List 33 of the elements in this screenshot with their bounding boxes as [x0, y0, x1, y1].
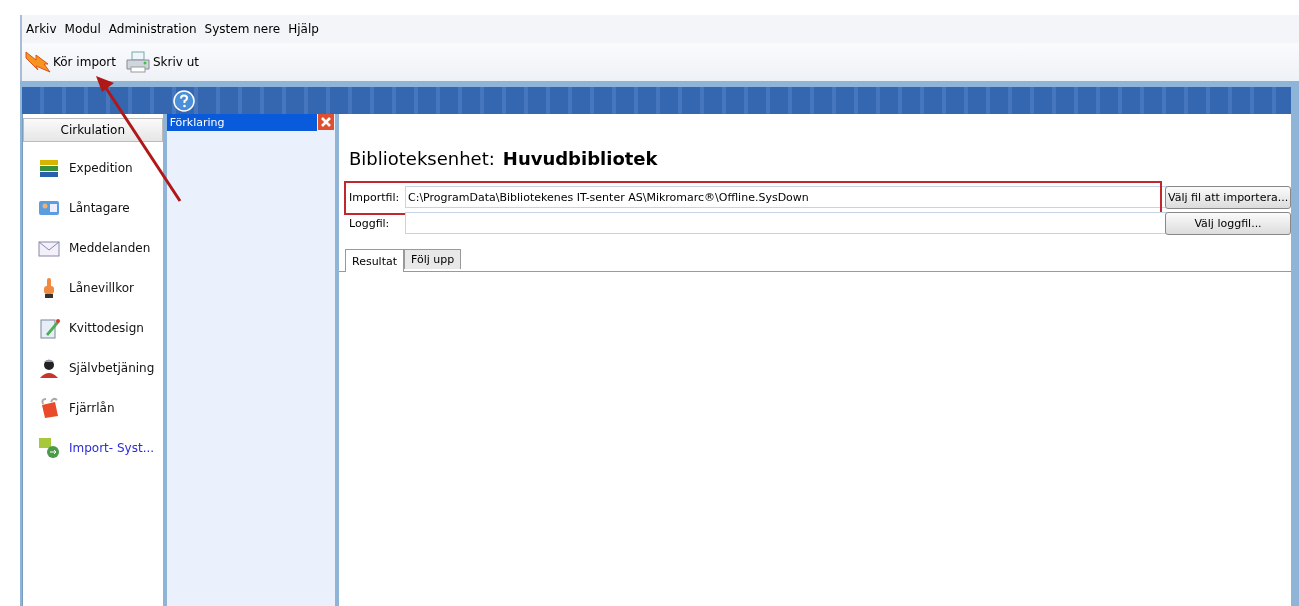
menu-item[interactable]: Hjälp: [288, 22, 319, 36]
input-field[interactable]: [405, 212, 1167, 234]
sidebar-item[interactable]: Kvittodesign: [23, 308, 163, 348]
sidebar-item[interactable]: Låntagare: [23, 188, 163, 228]
sidebar-item[interactable]: Självbetjäning: [23, 348, 163, 388]
pen-icon: [37, 316, 61, 340]
input-field[interactable]: C:\ProgramData\Bibliotekenes IT-senter AS\Mikromarc®\Offline.SysDown: [405, 186, 1167, 208]
printer-icon: [124, 50, 152, 74]
toolbar-button[interactable]: Skriv ut: [122, 50, 202, 74]
menu-item[interactable]: Arkiv: [26, 22, 57, 36]
sidebar-title: Cirkulation: [23, 118, 163, 142]
menu-item[interactable]: Administration: [108, 22, 197, 36]
tab[interactable]: Resultat: [345, 249, 405, 272]
unit-value: Huvudbibliotek: [502, 148, 658, 169]
menu-item[interactable]: System nere: [204, 22, 281, 36]
toolbar-button[interactable]: Kör import: [22, 50, 118, 74]
browse-button[interactable]: Välj loggfil...: [1165, 211, 1291, 235]
browse-button[interactable]: Välj fil att importera...: [1165, 185, 1291, 209]
menu-item[interactable]: Modul: [64, 22, 101, 36]
help-icon[interactable]: [173, 89, 195, 112]
panel-title: Förklaring: [166, 114, 317, 131]
sidebar-item[interactable]: Expedition: [23, 148, 163, 188]
import-icon: [37, 436, 61, 460]
sidebar-item[interactable]: Fjärrlån: [23, 388, 163, 428]
lightning-icon: [24, 50, 52, 74]
sidebar-item[interactable]: Meddelanden: [23, 228, 163, 268]
field-label: Importfil:: [349, 190, 401, 204]
tab[interactable]: Följ upp: [404, 249, 462, 269]
sidebar-item[interactable]: Import- Syst...: [23, 428, 163, 468]
field-label: Loggfil:: [349, 216, 391, 230]
unit-label: Biblioteksenhet:: [349, 148, 495, 169]
close-icon[interactable]: [318, 114, 334, 130]
sidebar-item[interactable]: Lånevillkor: [23, 268, 163, 308]
